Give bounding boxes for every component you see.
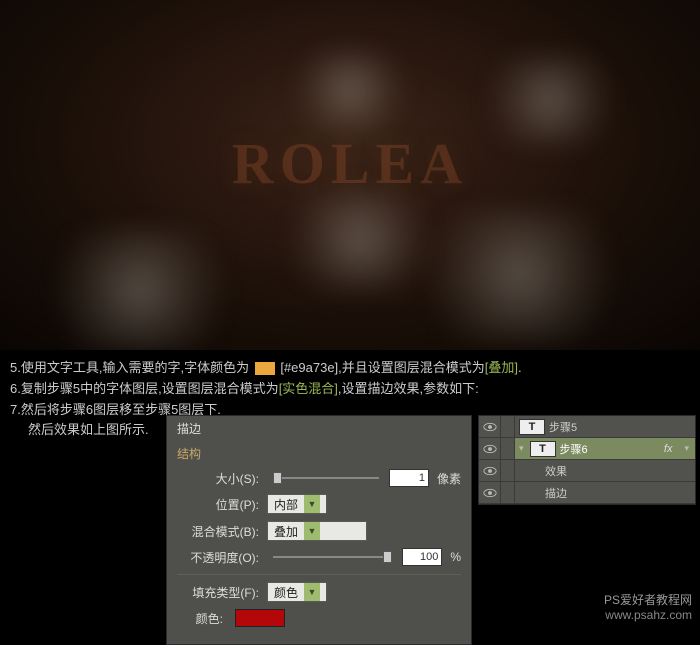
size-slider[interactable] <box>273 477 379 479</box>
size-label: 大小(S): <box>177 470 263 487</box>
opacity-input[interactable]: 100 <box>402 548 442 566</box>
chevron-down-icon: ▼ <box>304 522 320 540</box>
fill-type-row: 填充类型(F): 颜色 ▼ <box>177 582 461 602</box>
smoke-decoration <box>30 230 250 350</box>
step5-text-b: [#e9a73e],并且设置图层混合模式为 <box>280 360 484 375</box>
layer-stroke-effect-row[interactable]: 描边 <box>479 482 695 504</box>
lock-column <box>501 438 515 459</box>
visibility-toggle[interactable] <box>479 460 501 481</box>
smoke-decoration <box>470 55 630 145</box>
fill-type-label: 填充类型(F): <box>177 584 263 601</box>
blend-mode-select[interactable]: 叠加 ▼ <box>267 521 367 541</box>
layer-name: 步骤6 <box>560 441 588 457</box>
step6-highlight: [实色混合] <box>279 381 338 396</box>
position-label: 位置(P): <box>177 496 263 513</box>
divider <box>177 574 461 575</box>
opacity-slider[interactable] <box>273 556 392 558</box>
color-row: 颜色: <box>177 609 461 627</box>
smoke-decoration <box>280 50 420 130</box>
step6-text-c: ,设置描边效果,参数如下: <box>338 381 479 396</box>
lock-column <box>501 460 515 481</box>
fx-badge[interactable]: fx <box>664 443 679 455</box>
eye-icon <box>483 488 497 498</box>
step5-highlight: [叠加] <box>485 360 518 375</box>
layer-name: 步骤5 <box>549 419 577 435</box>
visibility-toggle[interactable] <box>479 416 501 437</box>
lock-column <box>501 416 515 437</box>
opacity-row: 不透明度(O): 100 % <box>177 548 461 566</box>
size-unit: 像素 <box>437 470 461 487</box>
position-row: 位置(P): 内部 ▼ <box>177 494 461 514</box>
size-row: 大小(S): 1 像素 <box>177 469 461 487</box>
blend-value: 叠加 <box>274 523 298 540</box>
stroke-settings-panel: 描边 结构 大小(S): 1 像素 位置(P): 内部 ▼ 混合模式(B): 叠… <box>166 415 472 645</box>
watermark-cn: PS爱好者教程网 <box>604 593 692 609</box>
eye-icon <box>483 466 497 476</box>
stroke-effect-label: 描边 <box>545 485 567 501</box>
chevron-down-icon: ▾ <box>519 443 524 454</box>
structure-group-label: 结构 <box>177 445 461 462</box>
layer-row-step6[interactable]: ▾ T 步骤6 fx ▾ <box>479 438 695 460</box>
watermark-url: www.psahz.com <box>604 608 692 624</box>
stroke-color-swatch[interactable] <box>235 609 285 627</box>
size-input[interactable]: 1 <box>389 469 429 487</box>
chevron-down-icon: ▼ <box>304 495 320 513</box>
position-select[interactable]: 内部 ▼ <box>267 494 327 514</box>
opacity-unit: % <box>450 550 461 564</box>
step6-text-a: 6.复制步骤5中的字体图层,设置图层混合模式为 <box>10 381 279 396</box>
chevron-down-icon: ▼ <box>304 583 320 601</box>
color-label: 颜色: <box>177 610 227 627</box>
layer-row-step5[interactable]: T 步骤5 <box>479 416 695 438</box>
blend-label: 混合模式(B): <box>177 523 263 540</box>
fill-type-value: 颜色 <box>274 584 298 601</box>
eye-icon <box>483 422 497 432</box>
position-value: 内部 <box>274 496 298 513</box>
chevron-down-icon: ▾ <box>684 443 689 454</box>
lock-column <box>501 482 515 503</box>
visibility-toggle[interactable] <box>479 482 501 503</box>
canvas-title-text: ROLEA <box>232 130 468 197</box>
step5-text-d: . <box>518 360 522 375</box>
visibility-toggle[interactable] <box>479 438 501 459</box>
watermark: PS爱好者教程网 www.psahz.com <box>604 593 692 624</box>
canvas-preview: ROLEA <box>0 0 700 350</box>
blend-mode-row: 混合模式(B): 叠加 ▼ <box>177 521 461 541</box>
smoke-decoration <box>400 210 640 340</box>
opacity-label: 不透明度(O): <box>177 549 263 566</box>
effects-label: 效果 <box>545 463 567 479</box>
layer-effects-row[interactable]: 效果 <box>479 460 695 482</box>
color-chip-swatch <box>255 362 275 375</box>
text-layer-thumb: T <box>530 441 556 457</box>
eye-icon <box>483 444 497 454</box>
fill-type-select[interactable]: 颜色 ▼ <box>267 582 327 602</box>
layers-panel: T 步骤5 ▾ T 步骤6 fx ▾ 效果 描边 <box>478 415 696 505</box>
panel-title: 描边 <box>167 416 471 439</box>
text-layer-thumb: T <box>519 419 545 435</box>
step5-text-a: 5.使用文字工具,输入需要的字,字体颜色为 <box>10 360 249 375</box>
